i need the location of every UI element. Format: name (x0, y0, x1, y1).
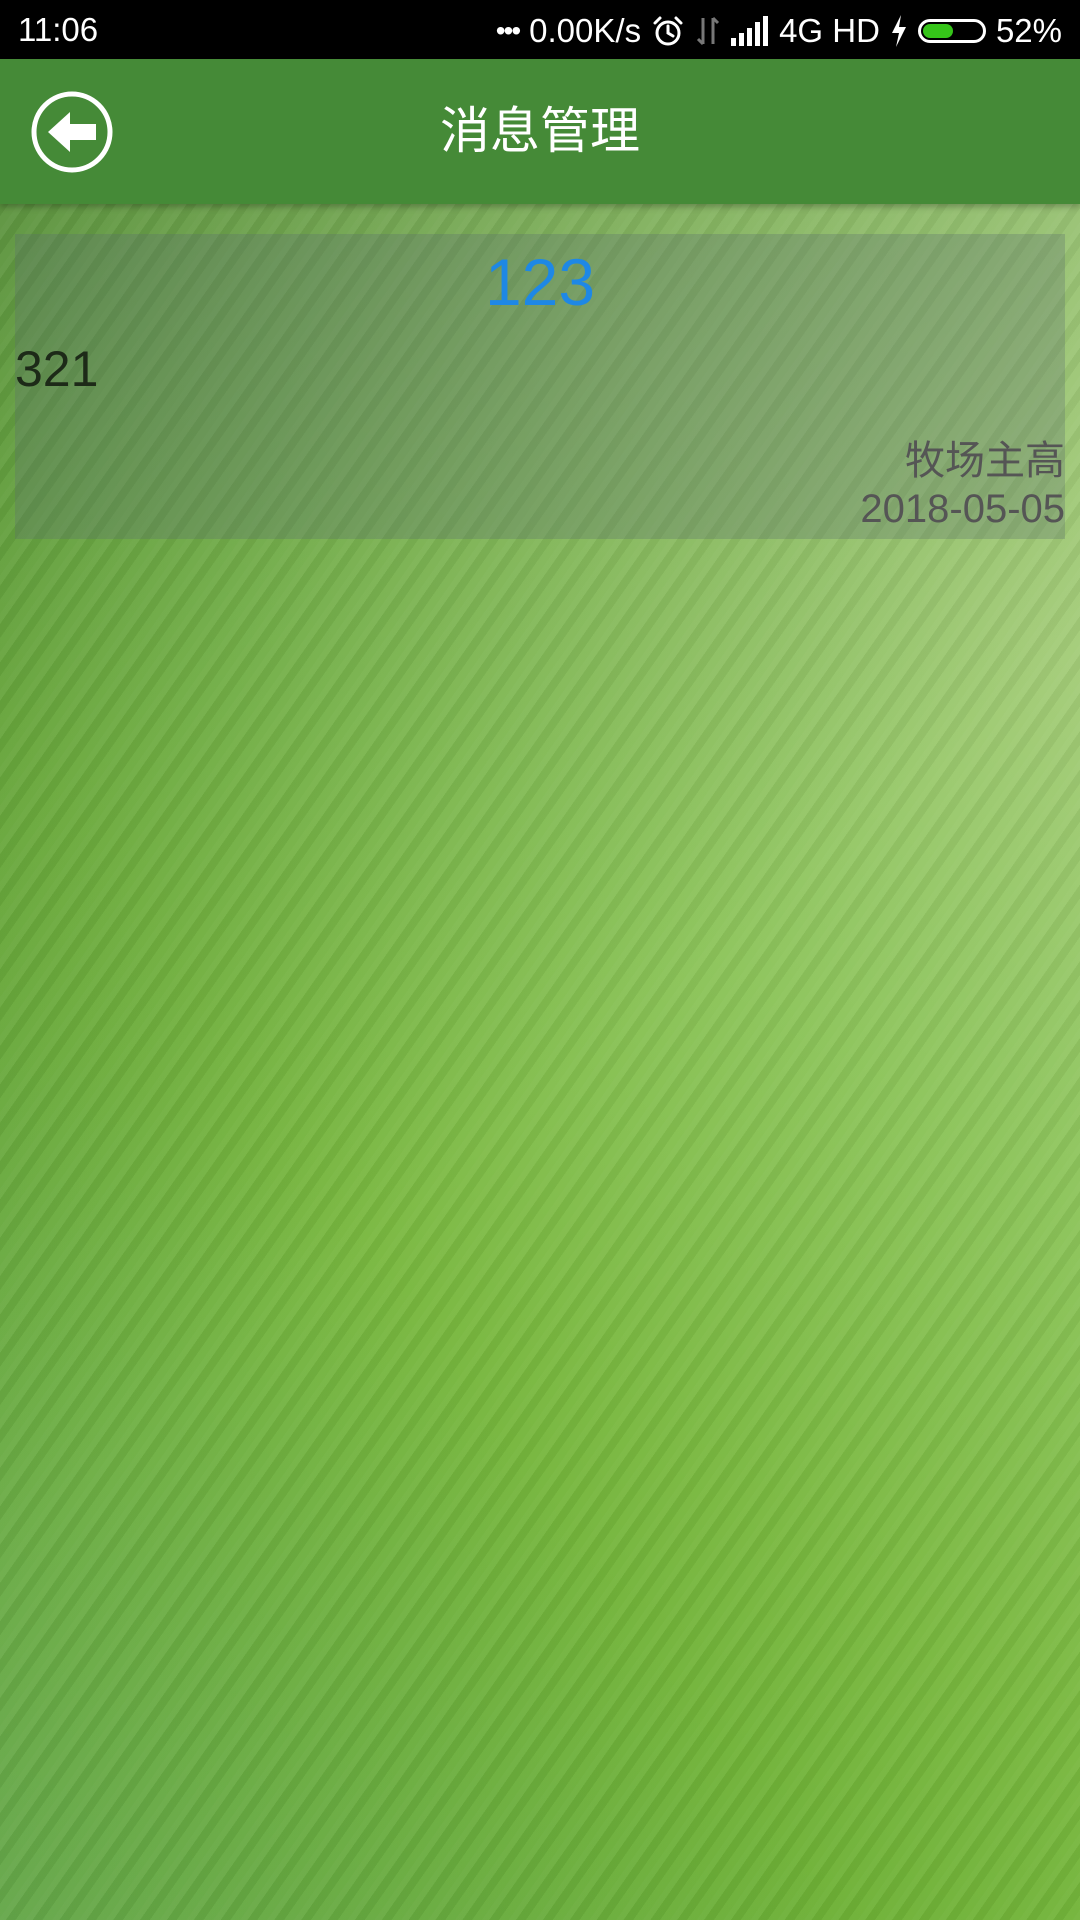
more-dots-icon: ••• (495, 15, 521, 46)
status-bar: 11:06 ••• 0.00K/s 4G HD 52% (0, 0, 1080, 59)
status-indicators: ••• 0.00K/s 4G HD 52% (496, 11, 1062, 51)
battery-icon (917, 19, 986, 43)
message-sender: 牧场主高 (905, 438, 1065, 484)
battery-fill (922, 24, 954, 38)
battery-percent: 52% (995, 12, 1062, 49)
data-transfer-icon (695, 14, 721, 48)
message-item[interactable]: 123 321 牧场主高 2018-05-05 (15, 234, 1065, 539)
charging-icon (890, 15, 908, 47)
network-type: 4G HD (779, 12, 880, 49)
message-date: 2018-05-05 (860, 487, 1065, 531)
message-title: 123 (484, 245, 596, 319)
alarm-icon (651, 14, 685, 48)
network-speed: 0.00K/s (529, 12, 642, 49)
back-arrow-icon (31, 91, 113, 173)
status-time: 11:06 (18, 11, 99, 48)
page-title: 消息管理 (440, 102, 640, 160)
back-button[interactable] (30, 90, 114, 174)
signal-icon (731, 16, 769, 46)
app-header: 消息管理 (0, 59, 1080, 204)
message-content: 321 (15, 341, 99, 397)
